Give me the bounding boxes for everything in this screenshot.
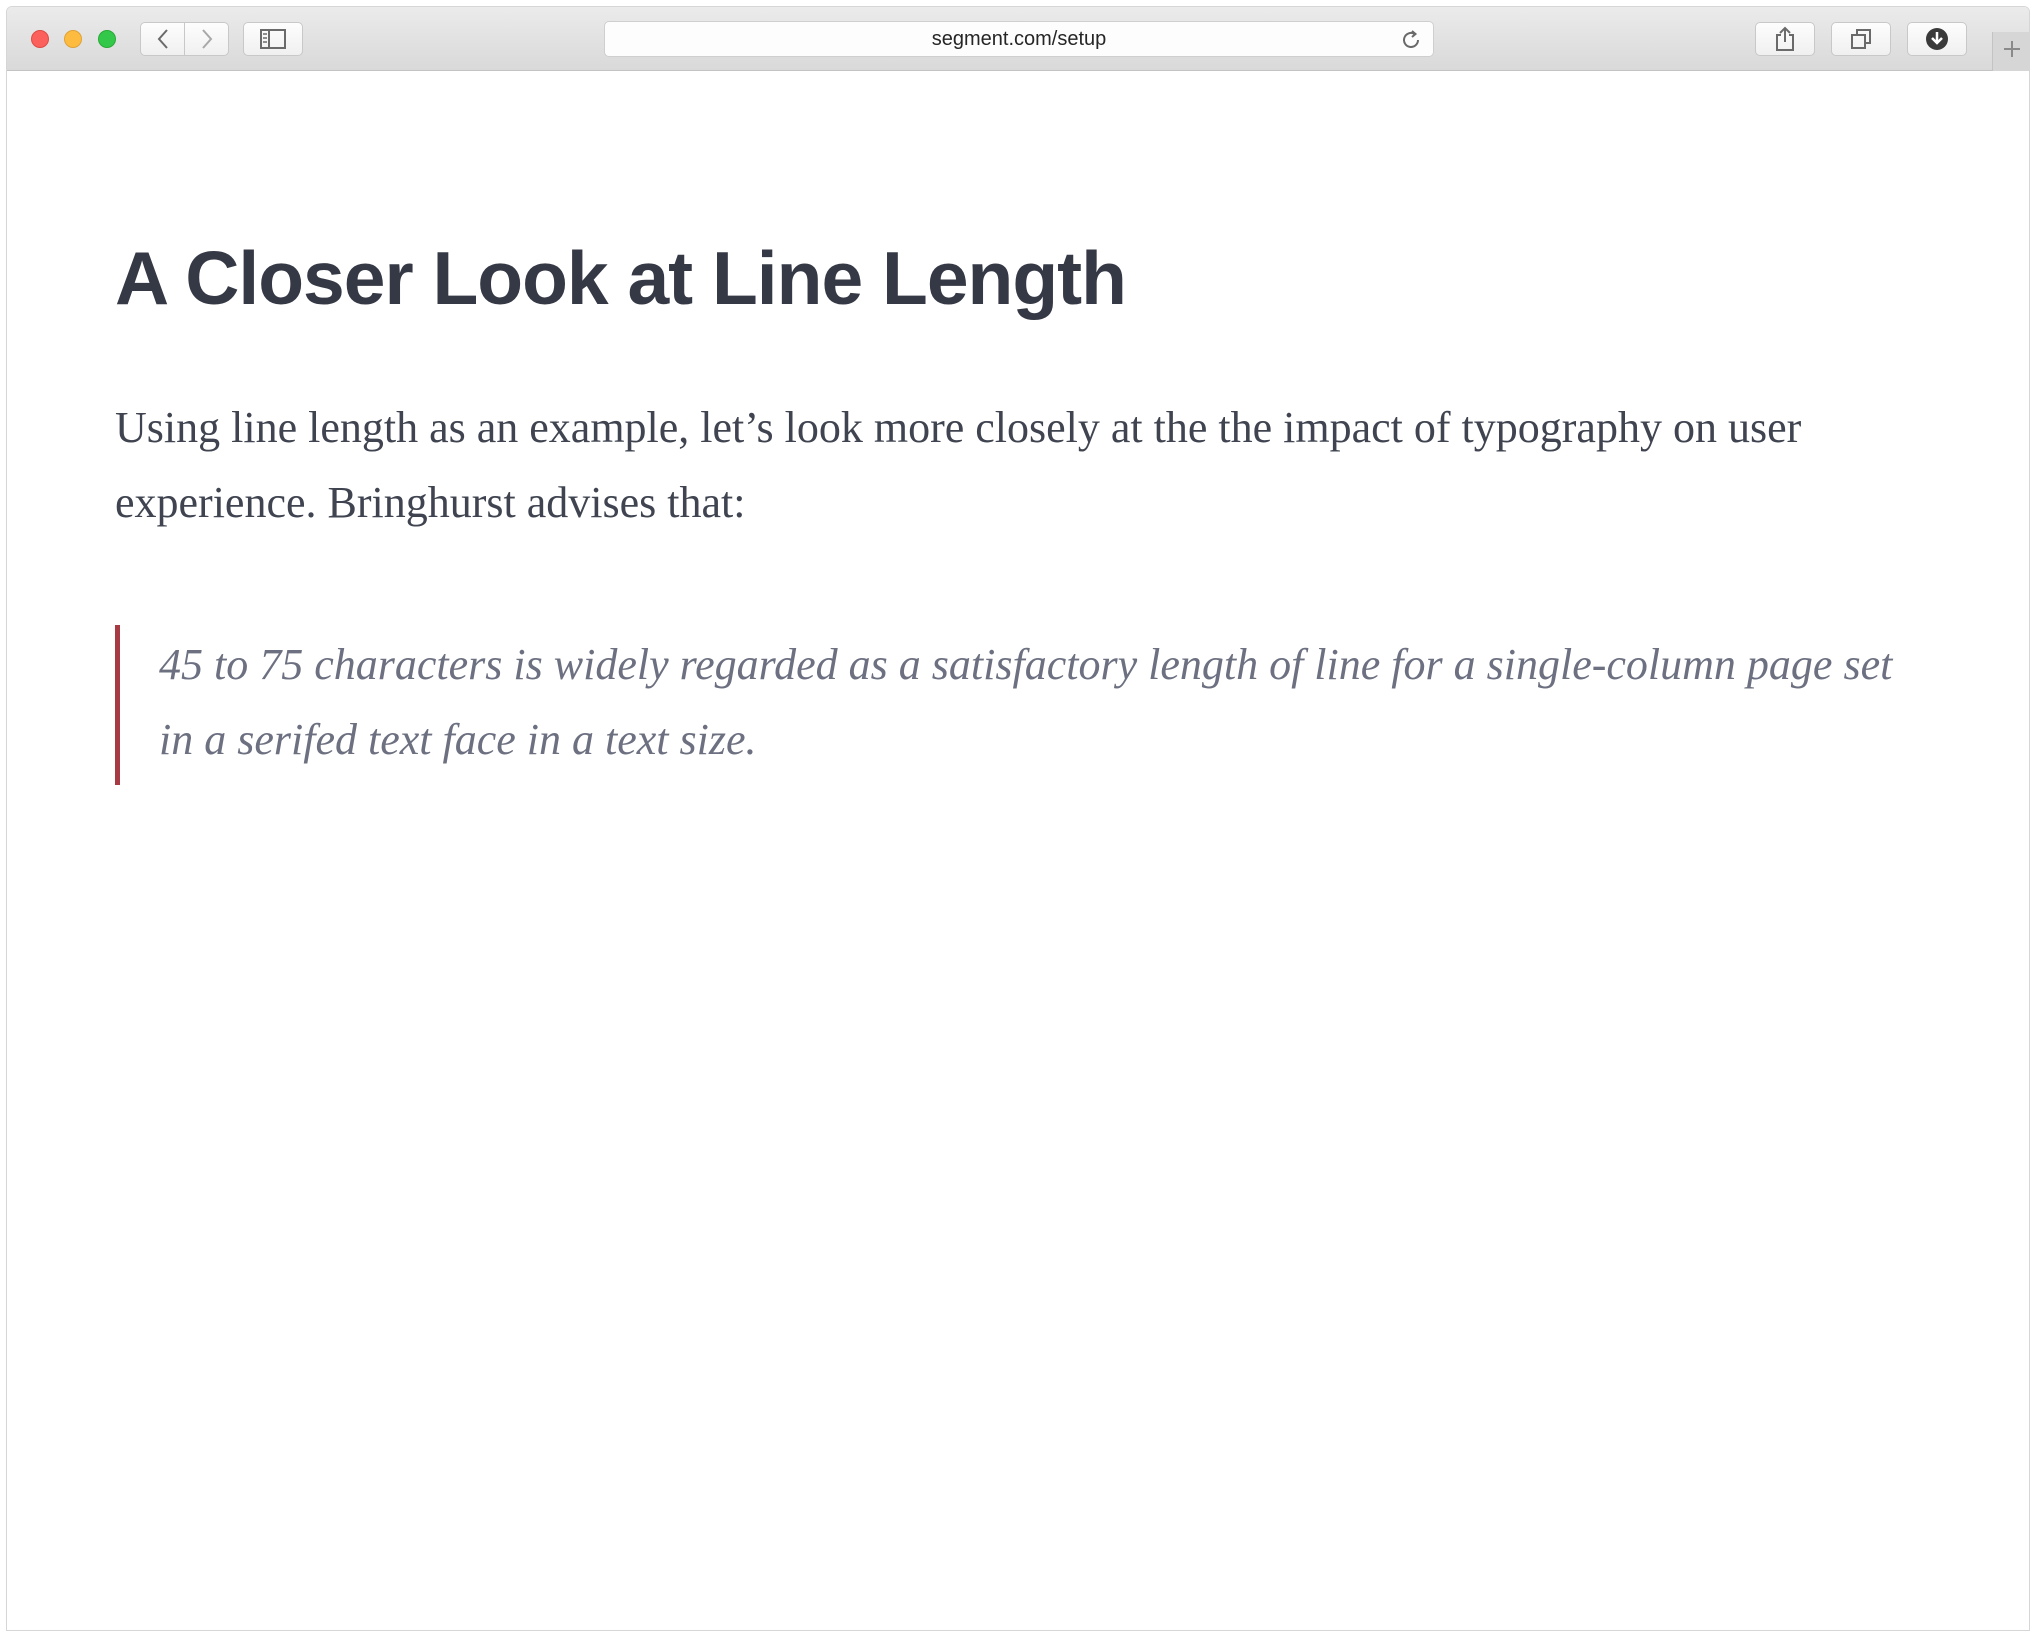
tabs-icon: [1849, 27, 1873, 51]
address-bar[interactable]: segment.com/setup: [604, 21, 1434, 57]
article-title: A Closer Look at Line Length: [115, 236, 1127, 320]
sidebar-icon: [260, 29, 286, 49]
share-icon: [1774, 26, 1796, 52]
reload-icon[interactable]: [1399, 28, 1423, 52]
forward-button[interactable]: [184, 22, 229, 56]
new-tab-button[interactable]: [1992, 32, 2029, 71]
article: A Closer Look at Line Length Using line …: [115, 237, 1945, 785]
browser-toolbar: segment.com/setup: [7, 7, 2029, 71]
intro-paragraph: Using line length as an example, let’s l…: [115, 402, 1802, 527]
back-button[interactable]: [140, 22, 185, 56]
download-button[interactable]: [1907, 22, 1967, 56]
maximize-window-icon[interactable]: [98, 30, 116, 48]
url-text: segment.com/setup: [931, 27, 1107, 50]
chevron-right-icon: [200, 28, 214, 50]
minimize-window-icon[interactable]: [64, 30, 82, 48]
page-content: A Closer Look at Line Length Using line …: [7, 71, 2029, 1630]
plus-icon: [2002, 39, 2022, 64]
chevron-left-icon: [156, 28, 170, 50]
download-icon: [1925, 27, 1949, 51]
browser-window: segment.com/setup A Closer Look at Line …: [6, 6, 2030, 1631]
close-window-icon[interactable]: [31, 30, 49, 48]
share-button[interactable]: [1755, 22, 1815, 56]
tabs-button[interactable]: [1831, 22, 1891, 56]
block-quote: 45 to 75 characters is widely regarded a…: [115, 624, 1905, 785]
sidebar-button[interactable]: [243, 22, 303, 56]
